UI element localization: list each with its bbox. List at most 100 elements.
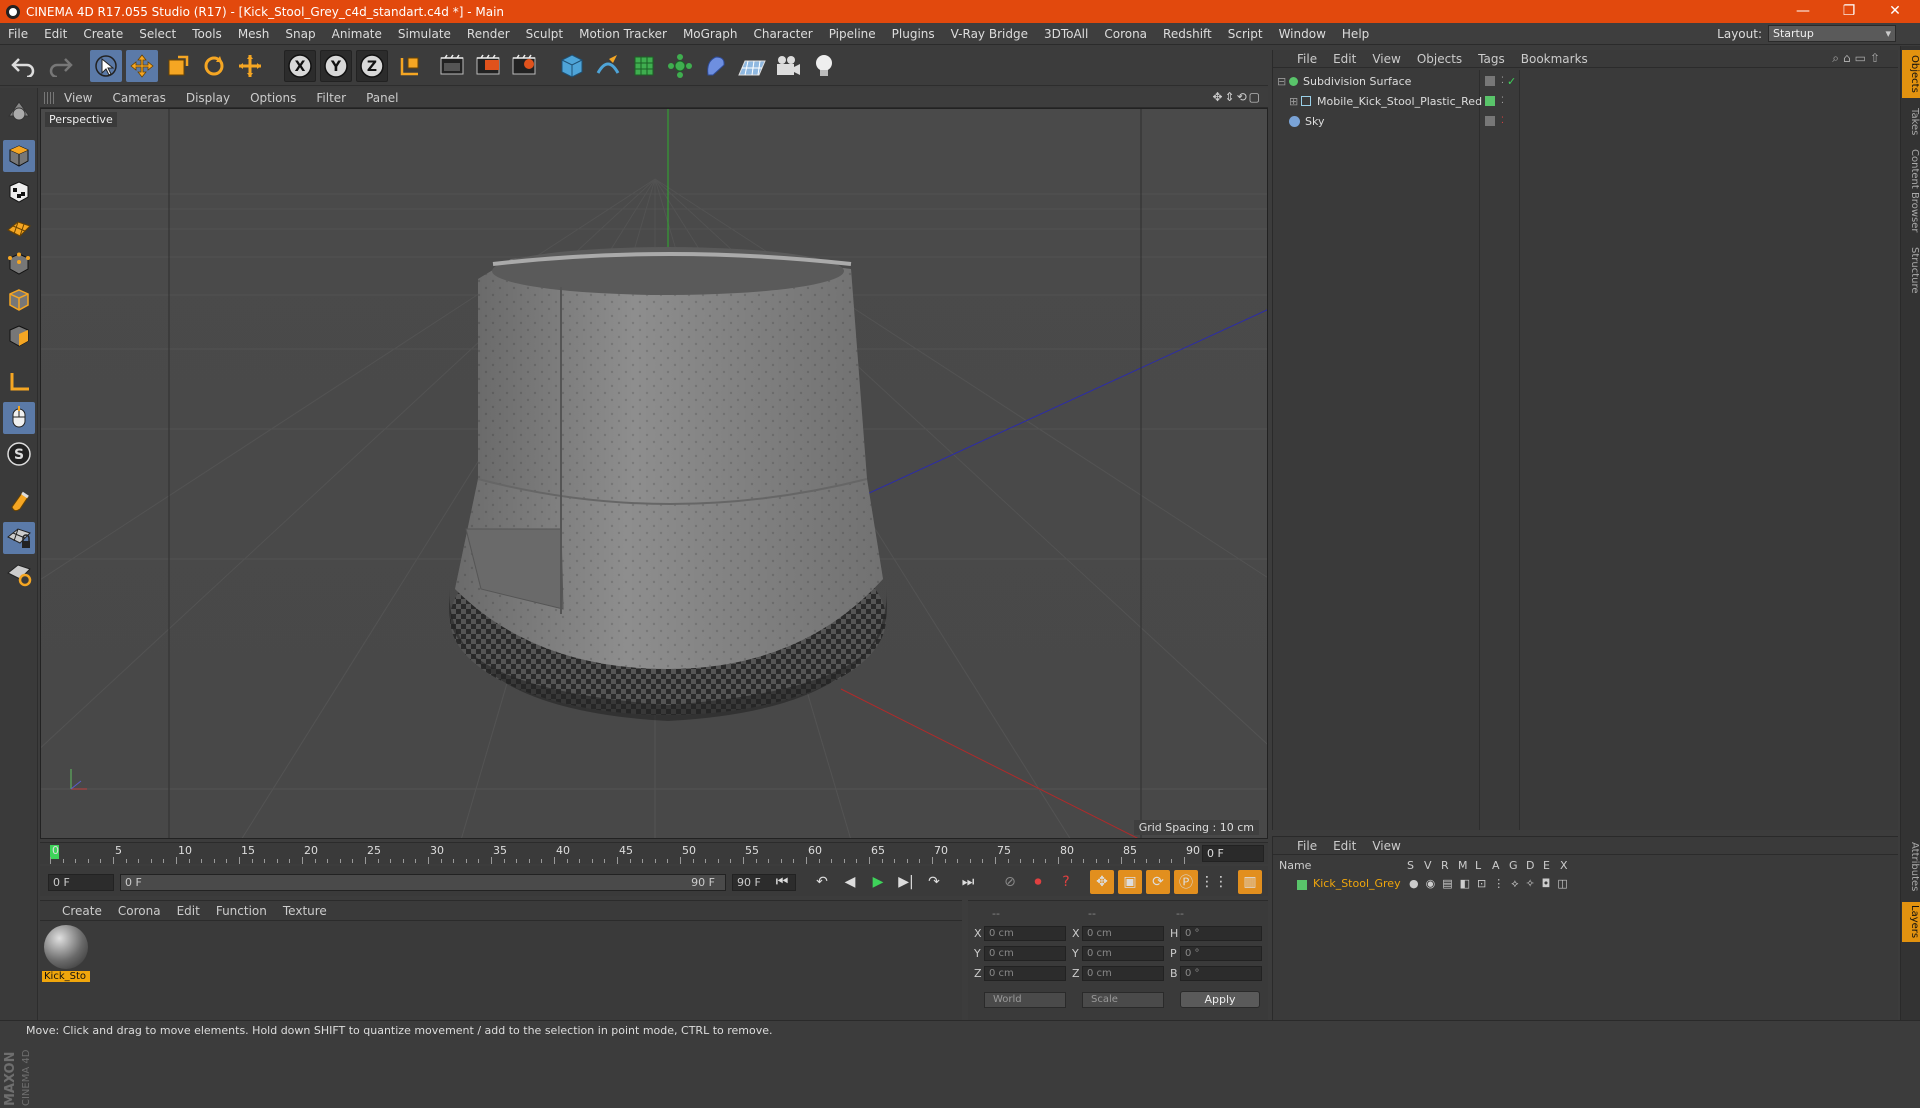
col-deformers[interactable]: D (1526, 859, 1534, 872)
record-keys-icon[interactable]: ⊘ (998, 870, 1022, 894)
object-manager-search-icons[interactable]: ⌕⌂▭⇧ (1824, 51, 1892, 66)
menu-animate[interactable]: Animate (324, 27, 390, 41)
viewport-menu-cameras[interactable]: Cameras (102, 91, 175, 105)
obj-menu-view[interactable]: View (1364, 52, 1408, 66)
workplane-mode-icon[interactable] (3, 212, 35, 244)
render-settings-icon[interactable] (508, 50, 540, 82)
floor-object-icon[interactable] (736, 50, 768, 82)
close-button[interactable]: ✕ (1872, 0, 1918, 23)
col-xref[interactable]: X (1560, 859, 1568, 872)
snap-magnet-icon[interactable] (3, 484, 35, 516)
3d-viewport[interactable]: Perspective Grid Spacing : 10 cm (40, 108, 1268, 839)
col-solo[interactable]: S (1407, 859, 1414, 872)
go-to-end-icon[interactable]: ⏭ (956, 870, 980, 894)
menu-mesh[interactable]: Mesh (230, 27, 278, 41)
play-forward-icon[interactable]: ▶ (866, 870, 890, 894)
enabled-check-icon[interactable]: ✓ (1507, 72, 1516, 91)
scale-tool-icon[interactable] (162, 50, 194, 82)
menu-select[interactable]: Select (131, 27, 184, 41)
col-render[interactable]: R (1441, 859, 1449, 872)
obj-menu-edit[interactable]: Edit (1325, 52, 1364, 66)
menu-tools[interactable]: Tools (184, 27, 230, 41)
mat-menu-edit[interactable]: Edit (169, 904, 208, 918)
next-key-icon[interactable]: ↷ (922, 870, 946, 894)
pen-spline-icon[interactable] (592, 50, 624, 82)
size-z-field[interactable]: 0 cm (1082, 966, 1164, 981)
render-picture-viewer-icon[interactable] (472, 50, 504, 82)
y-axis-lock-button[interactable]: Y (320, 50, 352, 82)
move-tool-icon[interactable] (126, 50, 158, 82)
solo-mode-icon[interactable]: S (3, 438, 35, 470)
layer-menu-file[interactable]: File (1289, 839, 1325, 853)
polygons-mode-icon[interactable] (3, 320, 35, 352)
layer-toggle-icons[interactable]: ●◉▤◧⊡⋮⟡✧◘◫ (1409, 877, 1575, 891)
previous-frame-icon[interactable]: ◀ (838, 870, 862, 894)
col-visible[interactable]: V (1424, 859, 1432, 872)
rot-h-field[interactable]: 0 ° (1180, 926, 1262, 941)
light-icon[interactable] (808, 50, 840, 82)
col-expressions[interactable]: E (1543, 859, 1550, 872)
material-swatch[interactable]: Kick_Sto (42, 925, 90, 982)
tab-content-browser[interactable]: Content Browser (1902, 146, 1920, 236)
apply-button[interactable]: Apply (1180, 991, 1260, 1008)
deformer-icon[interactable] (700, 50, 732, 82)
subdivision-surface-icon[interactable] (628, 50, 660, 82)
pos-z-field[interactable]: 0 cm (984, 966, 1066, 981)
cube-object-icon[interactable] (556, 50, 588, 82)
axis-mode-icon[interactable] (3, 366, 35, 398)
menu-plugins[interactable]: Plugins (884, 27, 943, 41)
rotate-tool-icon[interactable] (198, 50, 230, 82)
previous-key-icon[interactable]: ↶ (810, 870, 834, 894)
menu-sculpt[interactable]: Sculpt (518, 27, 571, 41)
obj-menu-objects[interactable]: Objects (1409, 52, 1470, 66)
viewport-camera-label[interactable]: Perspective (45, 112, 117, 127)
size-mode-dropdown[interactable]: Scale (1082, 992, 1164, 1008)
viewport-menu-options[interactable]: Options (240, 91, 306, 105)
viewport-menu-panel[interactable]: Panel (356, 91, 408, 105)
keyframe-selection-icon[interactable]: ? (1054, 870, 1078, 894)
visibility-dots-icon[interactable]: ⁚ (1501, 112, 1504, 131)
viewport-menu-view[interactable]: View (54, 91, 102, 105)
redo-icon[interactable] (44, 50, 76, 82)
menu-script[interactable]: Script (1220, 27, 1271, 41)
menu-help[interactable]: Help (1334, 27, 1377, 41)
key-parameter-icon[interactable]: Ⓟ (1174, 870, 1198, 894)
expand-toggle-icon[interactable]: ⊞ (1289, 92, 1298, 111)
timeline-scheme-icon[interactable]: ▥ (1238, 870, 1262, 894)
menu-3dtoall[interactable]: 3DToAll (1036, 27, 1096, 41)
mat-menu-function[interactable]: Function (208, 904, 275, 918)
key-scale-icon[interactable]: ▣ (1118, 870, 1142, 894)
menu-character[interactable]: Character (745, 27, 820, 41)
key-position-icon[interactable]: ✥ (1090, 870, 1114, 894)
start-frame-field[interactable]: 0 F (48, 874, 114, 891)
menu-edit[interactable]: Edit (36, 27, 75, 41)
workplane-lock-icon[interactable] (3, 522, 35, 554)
layer-tag-icon[interactable] (1485, 76, 1495, 86)
tab-attributes[interactable]: Attributes (1902, 838, 1920, 896)
pos-x-field[interactable]: 0 cm (984, 926, 1066, 941)
x-axis-lock-button[interactable]: X (284, 50, 316, 82)
viewport-menu-display[interactable]: Display (176, 91, 240, 105)
layer-menu-view[interactable]: View (1364, 839, 1408, 853)
col-name[interactable]: Name (1279, 859, 1311, 872)
rot-b-field[interactable]: 0 ° (1180, 966, 1262, 981)
key-pla-icon[interactable]: ⋮⋮ (1200, 870, 1228, 894)
coordinate-system-icon[interactable] (394, 50, 426, 82)
z-axis-lock-button[interactable]: Z (356, 50, 388, 82)
tab-takes[interactable]: Takes (1902, 102, 1920, 142)
model-mode-icon[interactable] (3, 140, 35, 172)
layout-dropdown[interactable]: Startup (1768, 25, 1896, 42)
minimize-button[interactable]: — (1780, 0, 1826, 23)
texture-mode-icon[interactable] (3, 176, 35, 208)
camera-icon[interactable] (772, 50, 804, 82)
recent-tool-icon[interactable] (234, 50, 266, 82)
layer-menu-edit[interactable]: Edit (1325, 839, 1364, 853)
points-mode-icon[interactable] (3, 248, 35, 280)
object-row-subdivision-surface[interactable]: ⊟ Subdivision Surface ⁚ ✓ (1273, 72, 1899, 91)
visibility-dots-icon[interactable]: ⁚ (1501, 72, 1504, 91)
obj-menu-tags[interactable]: Tags (1470, 52, 1513, 66)
tweak-mode-icon[interactable] (3, 402, 35, 434)
visibility-dots-icon[interactable]: ⁚ (1501, 92, 1504, 111)
menu-motion-tracker[interactable]: Motion Tracker (571, 27, 675, 41)
layer-color-swatch[interactable] (1485, 96, 1495, 106)
